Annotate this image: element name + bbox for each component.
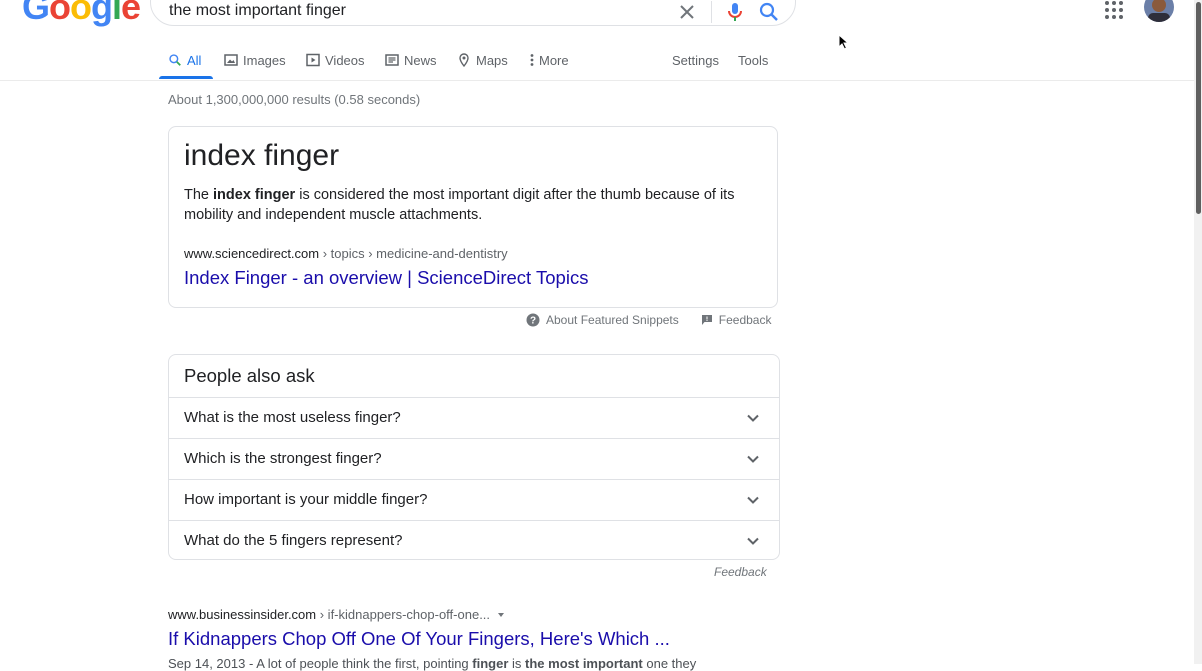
people-also-ask: People also ask What is the most useless… [168, 354, 780, 560]
paa-question[interactable]: Which is the strongest finger? [169, 438, 779, 479]
map-pin-icon [459, 53, 469, 67]
tab-maps[interactable]: Maps [457, 50, 508, 70]
cite-path: › if-kidnappers-chop-off-one... [316, 607, 491, 622]
voice-search-button[interactable] [723, 0, 747, 24]
tab-more[interactable]: More [530, 50, 569, 70]
featured-feedback-button[interactable]: Feedback [701, 313, 772, 327]
help-icon: ? [526, 313, 540, 327]
about-featured-snippets-button[interactable]: ? About Featured Snippets [526, 313, 679, 327]
about-label: About Featured Snippets [546, 313, 679, 327]
cite-domain: www.sciencedirect.com [184, 246, 320, 261]
search-icon [169, 54, 181, 66]
search-box [150, 0, 796, 26]
tab-images[interactable]: Images [224, 50, 286, 70]
featured-result-link[interactable]: Index Finger - an overview | ScienceDire… [184, 267, 588, 289]
apps-grid-icon [1105, 1, 1123, 19]
tab-all[interactable]: All [168, 50, 201, 70]
tools-button[interactable]: Tools [738, 50, 768, 70]
video-icon [306, 53, 320, 67]
settings-button[interactable]: Settings [672, 50, 719, 70]
paa-question-text: Which is the strongest finger? [184, 450, 382, 467]
cite-domain: www.businessinsider.com [168, 607, 317, 622]
desc-bold: index finger [213, 187, 296, 203]
result-link[interactable]: If Kidnappers Chop Off One Of Your Finge… [168, 628, 670, 650]
google-apps-button[interactable] [1104, 0, 1124, 20]
clear-search-button[interactable] [675, 0, 699, 24]
news-icon [385, 54, 399, 66]
featured-footer: ? About Featured Snippets Feedback [526, 312, 771, 328]
result-stats: About 1,300,000,000 results (0.58 second… [168, 92, 421, 107]
chevron-down-icon [747, 414, 759, 422]
tab-news-label: News [404, 52, 437, 68]
search-tabs: All Images Videos News Maps More Setting… [0, 46, 1194, 81]
featured-answer: index finger [184, 139, 340, 172]
tab-all-label: All [187, 52, 202, 68]
desc-text: The [184, 187, 214, 203]
tools-label: Tools [738, 52, 769, 68]
chevron-down-icon [747, 537, 759, 545]
search-button[interactable] [757, 0, 781, 24]
image-icon [224, 54, 238, 66]
avatar-image [1144, 0, 1174, 22]
cite-path: › topics › medicine-and-dentistry [319, 246, 508, 261]
chevron-down-icon [747, 496, 759, 504]
mouse-cursor-icon [838, 34, 850, 50]
close-icon [680, 5, 694, 19]
paa-question-text: How important is your middle finger? [184, 491, 428, 508]
paa-title: People also ask [184, 365, 315, 386]
paa-question[interactable]: How important is your middle finger? [169, 479, 779, 520]
mic-icon [728, 3, 742, 21]
feedback-icon [701, 315, 712, 325]
featured-description: The index finger is considered the most … [184, 185, 774, 225]
paa-question-text: What do the 5 fingers represent? [184, 532, 403, 549]
result-citation: www.businessinsider.com › if-kidnappers-… [168, 607, 506, 622]
tab-videos-label: Videos [325, 52, 365, 68]
tab-maps-label: Maps [476, 52, 508, 68]
settings-label: Settings [672, 52, 719, 68]
active-tab-indicator [159, 76, 213, 79]
search-icon [759, 2, 778, 21]
tab-videos[interactable]: Videos [306, 50, 365, 70]
paa-question[interactable]: What do the 5 fingers represent? [169, 520, 779, 561]
paa-question[interactable]: What is the most useless finger? [169, 397, 779, 438]
account-avatar[interactable] [1144, 0, 1174, 22]
svg-text:?: ? [530, 316, 536, 327]
featured-snippet: index finger The index finger is conside… [168, 126, 778, 308]
scrollbar-thumb[interactable] [1196, 2, 1201, 214]
tab-more-label: More [539, 52, 569, 68]
feedback-label: Feedback [718, 313, 772, 327]
search-input[interactable] [169, 0, 649, 23]
google-logo[interactable]: Google [22, 0, 141, 28]
tab-news[interactable]: News [385, 50, 437, 70]
more-vert-icon [530, 54, 534, 66]
chevron-down-icon [747, 455, 759, 463]
caret-down-icon[interactable] [496, 610, 506, 620]
featured-citation: www.sciencedirect.com › topics › medicin… [184, 246, 508, 261]
cite-domain-wrap: www.businessinsider.com › if-kidnappers-… [168, 607, 490, 622]
search-divider [711, 1, 712, 23]
paa-feedback-button[interactable]: Feedback [714, 565, 767, 579]
tab-images-label: Images [243, 52, 286, 68]
paa-question-text: What is the most useless finger? [184, 409, 401, 426]
